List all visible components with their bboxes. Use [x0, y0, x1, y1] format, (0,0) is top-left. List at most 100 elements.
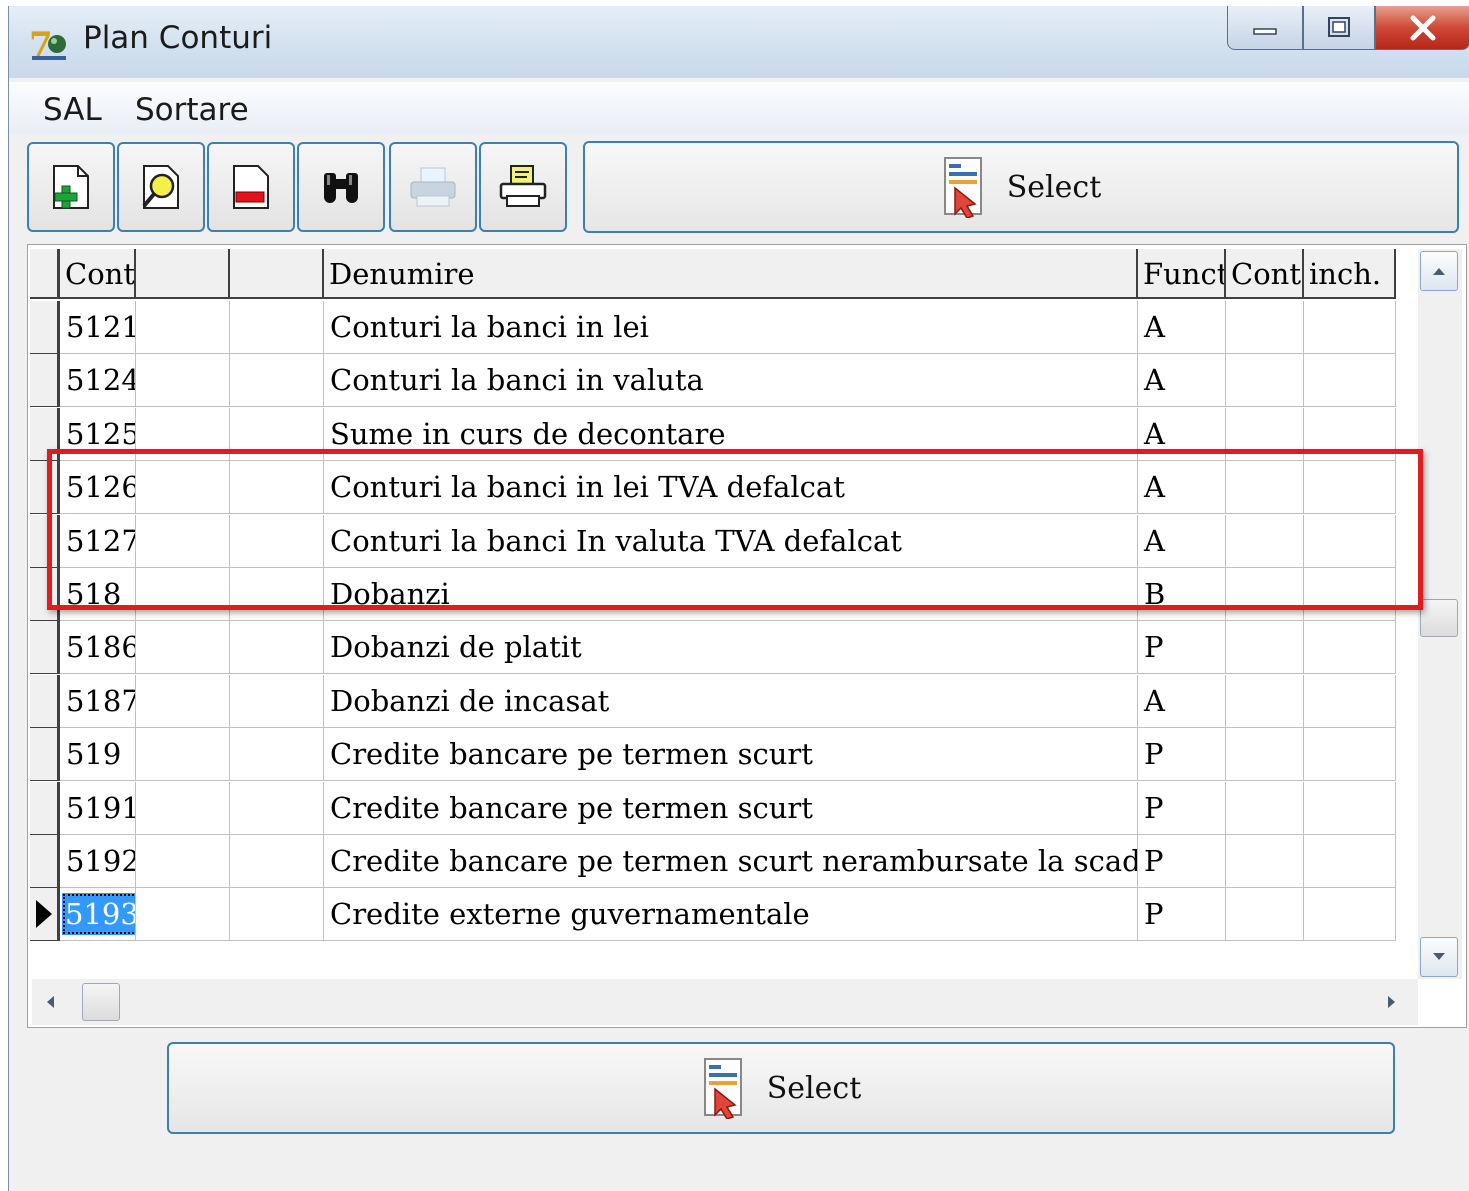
row-header[interactable]: [30, 354, 60, 407]
cell-cont[interactable]: 5191: [60, 782, 136, 835]
cell-blank-1[interactable]: [136, 835, 230, 888]
cell-denumire[interactable]: Credite externe guvernamentale: [324, 888, 1138, 941]
delete-button[interactable]: [207, 142, 295, 232]
cell-blank-1[interactable]: [136, 728, 230, 781]
vertical-scroll-thumb[interactable]: [1420, 599, 1458, 637]
cell-denumire[interactable]: Credite bancare pe termen scurt: [324, 782, 1138, 835]
cell-inch[interactable]: [1304, 621, 1396, 674]
cell-denumire[interactable]: Credite bancare pe termen scurt: [324, 728, 1138, 781]
cell-cont[interactable]: 5192: [60, 835, 136, 888]
col-header-blank-1[interactable]: [136, 249, 230, 299]
cell-cont-2[interactable]: [1226, 621, 1304, 674]
cell-denumire[interactable]: Dobanzi de incasat: [324, 675, 1138, 728]
cell-cont-2[interactable]: [1226, 782, 1304, 835]
cell-cont[interactable]: 5124: [60, 354, 136, 407]
cell-funct[interactable]: P: [1138, 782, 1226, 835]
cell-blank-2[interactable]: [230, 621, 324, 674]
app-icon: 7: [29, 25, 66, 64]
row-header[interactable]: [30, 675, 60, 728]
print-preview-button[interactable]: [479, 142, 567, 232]
scroll-up-button[interactable]: [1420, 251, 1458, 291]
select-button-top[interactable]: Select: [583, 141, 1459, 233]
cell-funct[interactable]: A: [1138, 675, 1226, 728]
cell-cont-2[interactable]: [1226, 888, 1304, 941]
cell-blank-1[interactable]: [136, 621, 230, 674]
col-header-cont[interactable]: Cont: [60, 249, 136, 299]
cell-blank-2[interactable]: [230, 354, 324, 407]
cell-funct[interactable]: P: [1138, 728, 1226, 781]
scroll-down-button[interactable]: [1420, 937, 1458, 977]
close-button[interactable]: [1375, 6, 1469, 50]
accounts-grid[interactable]: Cont Denumire Funct Cont inch. 5121 Contu…: [27, 244, 1467, 1028]
cell-inch[interactable]: [1304, 675, 1396, 728]
cell-blank-2[interactable]: [230, 782, 324, 835]
row-header[interactable]: [30, 888, 60, 941]
search-button[interactable]: [117, 142, 205, 232]
cell-inch[interactable]: [1304, 728, 1396, 781]
title-bar[interactable]: 7 Plan Conturi: [9, 6, 1469, 78]
cell-blank-1[interactable]: [136, 782, 230, 835]
add-button[interactable]: [27, 142, 115, 232]
cell-inch[interactable]: [1304, 301, 1396, 354]
cell-cont-2[interactable]: [1226, 301, 1304, 354]
row-header[interactable]: [30, 835, 60, 888]
cell-cont[interactable]: 5121: [60, 301, 136, 354]
cell-cont[interactable]: 519: [60, 728, 136, 781]
row-header[interactable]: [30, 621, 60, 674]
add-icon: [53, 165, 89, 209]
cell-cont-2[interactable]: [1226, 675, 1304, 728]
col-header-denumire[interactable]: Denumire: [324, 249, 1138, 299]
arrow-up-icon: [1433, 268, 1445, 275]
cell-denumire[interactable]: Conturi la banci in lei: [324, 301, 1138, 354]
horizontal-scroll-thumb[interactable]: [82, 983, 120, 1021]
cell-blank-1[interactable]: [136, 675, 230, 728]
col-header-blank-2[interactable]: [230, 249, 324, 299]
cell-cont-2[interactable]: [1226, 354, 1304, 407]
cell-inch[interactable]: [1304, 354, 1396, 407]
cell-funct[interactable]: P: [1138, 621, 1226, 674]
cell-cont[interactable]: 5187: [60, 675, 136, 728]
col-header-cont-2[interactable]: Cont: [1226, 249, 1304, 299]
cell-blank-1[interactable]: [136, 888, 230, 941]
cell-funct[interactable]: A: [1138, 354, 1226, 407]
minimize-button[interactable]: [1227, 6, 1303, 50]
binoculars-button[interactable]: [297, 142, 385, 232]
cell-blank-2[interactable]: [230, 728, 324, 781]
vertical-scrollbar[interactable]: [1418, 249, 1462, 979]
cell-blank-2[interactable]: [230, 675, 324, 728]
maximize-button[interactable]: [1303, 6, 1375, 50]
cell-funct[interactable]: P: [1138, 888, 1226, 941]
menu-sortare[interactable]: Sortare: [135, 92, 249, 128]
cell-denumire[interactable]: Credite bancare pe termen scurt nerambur…: [324, 835, 1138, 888]
cell-blank-2[interactable]: [230, 301, 324, 354]
menu-sal[interactable]: SAL: [43, 92, 102, 128]
horizontal-scrollbar[interactable]: [32, 979, 1418, 1025]
col-header-inch[interactable]: inch.: [1304, 249, 1396, 299]
cell-blank-2[interactable]: [230, 888, 324, 941]
cell-blank-2[interactable]: [230, 835, 324, 888]
cell-denumire[interactable]: Dobanzi de platit: [324, 621, 1138, 674]
close-icon: [1410, 15, 1435, 40]
row-header[interactable]: [30, 782, 60, 835]
cell-cont[interactable]: 5186: [60, 621, 136, 674]
cell-inch[interactable]: [1304, 888, 1396, 941]
row-header[interactable]: [30, 728, 60, 781]
cell-blank-1[interactable]: [136, 354, 230, 407]
cell-denumire[interactable]: Conturi la banci in valuta: [324, 354, 1138, 407]
cell-cont-2[interactable]: [1226, 728, 1304, 781]
menu-bar: SAL Sortare: [9, 82, 1469, 134]
col-header-funct[interactable]: Funct: [1138, 249, 1226, 299]
row-header[interactable]: [30, 301, 60, 354]
cell-blank-1[interactable]: [136, 301, 230, 354]
cell-cont-2[interactable]: [1226, 835, 1304, 888]
arrow-left-icon[interactable]: [44, 994, 56, 1010]
cell-funct[interactable]: P: [1138, 835, 1226, 888]
select-button-bottom[interactable]: Select: [167, 1042, 1395, 1134]
current-row-arrow-icon: [36, 900, 52, 928]
cell-cont[interactable]: 5193: [60, 888, 136, 941]
cell-inch[interactable]: [1304, 782, 1396, 835]
print-button[interactable]: [389, 142, 477, 232]
cell-funct[interactable]: A: [1138, 301, 1226, 354]
arrow-right-icon[interactable]: [1386, 994, 1398, 1010]
cell-inch[interactable]: [1304, 835, 1396, 888]
